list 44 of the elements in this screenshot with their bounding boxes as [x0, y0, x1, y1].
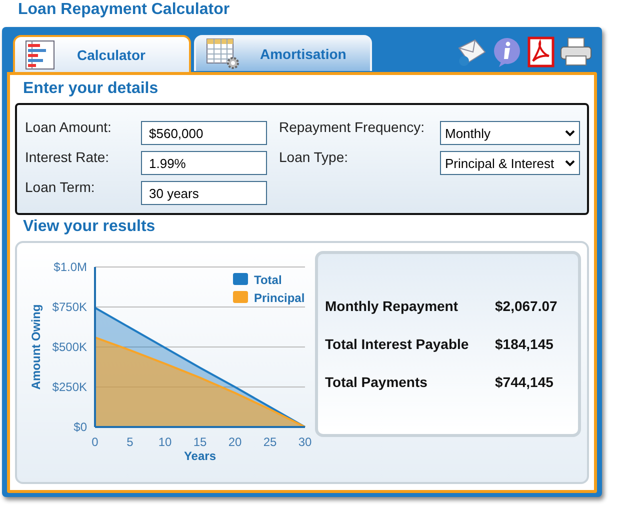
result-value: $2,067.07	[495, 298, 558, 314]
legend-label: Total	[254, 273, 282, 287]
section-heading: Enter your details	[22, 79, 160, 99]
dropdown[interactable]: Principal & Interest	[440, 151, 580, 175]
x-tick-label: 15	[193, 435, 207, 449]
dropdown[interactable]: Monthly	[440, 121, 580, 145]
y-tick-label: $250K	[52, 380, 87, 394]
bar-list-icon	[25, 40, 55, 70]
chevron-down-icon	[565, 160, 575, 166]
print-icon[interactable]	[559, 36, 593, 68]
pdf-icon[interactable]	[527, 36, 555, 68]
table-gear-icon	[206, 38, 240, 70]
tab[interactable]: Amortisation	[194, 35, 372, 71]
y-tick-label: $0	[74, 420, 87, 434]
chevron-down-icon	[565, 130, 575, 136]
result-label: Monthly Repayment	[325, 298, 460, 314]
field-label: Loan Amount:	[25, 119, 112, 135]
y-tick-label: $1.0M	[54, 260, 87, 274]
x-tick-label: 20	[228, 435, 242, 449]
field-label: Loan Term:	[25, 179, 96, 195]
x-axis-label: Years	[184, 449, 216, 463]
y-tick-label: $500K	[52, 340, 87, 354]
input-field[interactable]: $560,000	[141, 121, 267, 145]
field-label: Loan Type:	[279, 149, 350, 165]
y-tick-label: $750K	[52, 300, 87, 314]
page-title: Loan Repayment Calculator	[18, 1, 230, 19]
section-heading: View your results	[22, 217, 156, 237]
x-tick-label: 0	[92, 435, 98, 449]
legend-label: Principal	[254, 291, 305, 305]
tab[interactable]: Calculator	[13, 35, 191, 73]
result-label: Total Interest Payable	[325, 336, 470, 352]
info-icon[interactable]	[491, 36, 523, 68]
x-tick-label: 10	[158, 435, 172, 449]
x-tick-label: 25	[263, 435, 277, 449]
result-label: Total Payments	[325, 374, 428, 390]
input-field[interactable]: 30 years	[141, 181, 267, 205]
result-value: $184,145	[495, 336, 554, 352]
x-tick-label: 5	[126, 435, 134, 449]
x-tick-label: 30	[298, 435, 312, 449]
field-label: Interest Rate:	[25, 149, 110, 165]
input-field[interactable]: 1.99%	[141, 151, 267, 175]
field-label: Repayment Frequency:	[279, 119, 426, 135]
y-axis-label: Amount Owing	[29, 304, 43, 390]
result-value: $744,145	[495, 374, 554, 390]
